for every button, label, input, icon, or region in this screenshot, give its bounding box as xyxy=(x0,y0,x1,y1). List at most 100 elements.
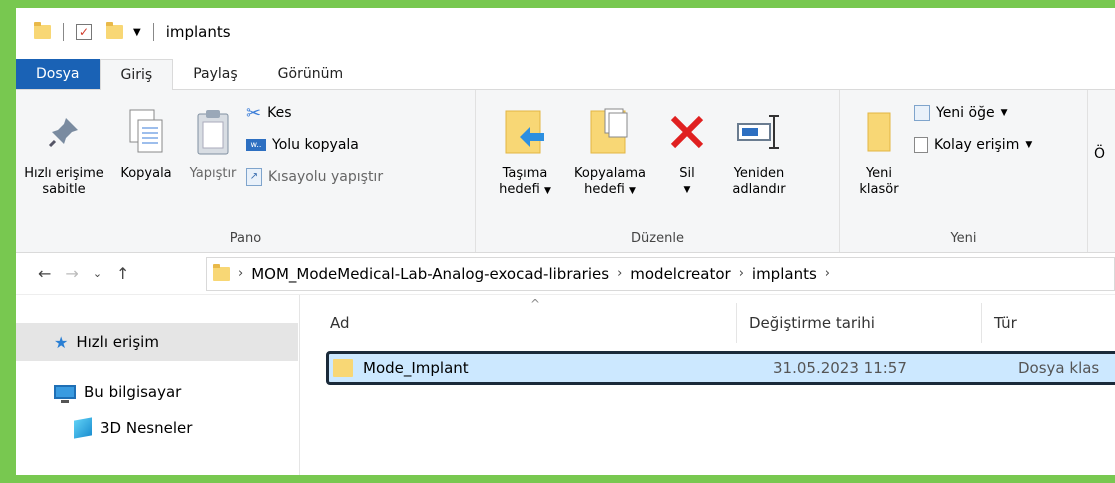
new-item-label: Yeni öğe xyxy=(936,105,995,121)
ribbon: Hızlı erişime sabitle Kopyala Yapıştır ✂… xyxy=(16,90,1115,253)
customize-toolbar-dropdown-icon[interactable]: ▼ xyxy=(133,27,141,38)
ribbon-tabs: Dosya Giriş Paylaş Görünüm xyxy=(16,56,1115,90)
folder-icon[interactable] xyxy=(34,22,51,39)
column-header-name[interactable]: Ad xyxy=(300,314,736,332)
rename-icon xyxy=(736,102,782,162)
new-folder-label-1: Yeni xyxy=(865,166,893,181)
move-to-label-1: Taşıma xyxy=(502,166,548,181)
nav-item-quick-access[interactable]: ★ Hızlı erişim xyxy=(16,323,298,361)
scissors-icon: ✂ xyxy=(246,102,262,124)
clipboard-group-label: Pano xyxy=(229,231,262,246)
clipboard-group: Hızlı erişime sabitle Kopyala Yapıştır ✂… xyxy=(16,90,476,252)
file-date: 31.05.2023 11:57 xyxy=(773,359,907,377)
paste-shortcut-label: Kısayolu yapıştır xyxy=(268,169,384,185)
new-small-buttons: Yeni öğe ▼ Kolay erişim ▼ xyxy=(914,90,1032,252)
chevron-down-icon: ▼ xyxy=(543,186,551,196)
move-to-icon xyxy=(502,102,548,162)
main-content: ★ Hızlı erişim Bu bilgisayar 3D Nesneler… xyxy=(16,295,1115,475)
new-group: Yeni klasör Yeni öğe ▼ Kolay erişim ▼ Ye… xyxy=(840,90,1088,252)
delete-button[interactable]: Sil ▼ xyxy=(656,90,718,252)
path-breadcrumb[interactable]: › MOM_ModeMedical-Lab-Analog-exocad-libr… xyxy=(206,256,1115,291)
tab-home[interactable]: Giriş xyxy=(99,59,174,90)
organize-group: Taşıma hedefi ▼ Kopyalama hedefi ▼ Sil ▼ xyxy=(476,90,840,252)
new-item-button[interactable]: Yeni öğe ▼ xyxy=(914,100,1032,126)
copy-to-icon xyxy=(587,102,633,162)
pin-icon xyxy=(46,102,82,162)
cut-label: Kes xyxy=(267,105,292,121)
back-arrow-icon[interactable]: ← xyxy=(38,264,51,283)
copy-to-button[interactable]: Kopyalama hedefi ▼ xyxy=(564,90,656,252)
chevron-right-icon[interactable]: › xyxy=(739,266,744,281)
nav-item-this-pc[interactable]: Bu bilgisayar xyxy=(16,373,299,411)
folder-icon xyxy=(213,263,230,281)
new-item-icon xyxy=(914,105,930,121)
nav-item-label: Hızlı erişim xyxy=(76,333,159,351)
computer-icon xyxy=(54,385,76,403)
paste-shortcut-icon: ↗ xyxy=(246,168,262,186)
copy-path-icon: w.. xyxy=(246,139,266,151)
copy-button[interactable]: Kopyala xyxy=(112,90,180,252)
easy-access-button[interactable]: Kolay erişim ▼ xyxy=(914,132,1032,158)
tab-share[interactable]: Paylaş xyxy=(173,59,257,89)
new-folder-quick-icon[interactable] xyxy=(106,22,123,39)
breadcrumb-item[interactable]: modelcreator xyxy=(630,265,730,283)
star-icon: ★ xyxy=(54,332,69,352)
chevron-down-icon: ▼ xyxy=(1025,140,1033,150)
file-explorer-window: ✓ ▼ implants Dosya Giriş Paylaş Görünüm … xyxy=(16,8,1115,475)
new-folder-button[interactable]: Yeni klasör xyxy=(844,90,914,252)
easy-access-icon xyxy=(914,137,928,153)
divider xyxy=(152,23,154,41)
pin-label-2: sabitle xyxy=(42,182,86,197)
paste-shortcut-button[interactable]: ↗ Kısayolu yapıştır xyxy=(246,164,383,190)
chevron-down-icon: ▼ xyxy=(683,185,691,195)
ribbon-overflow-group[interactable]: Ö xyxy=(1088,90,1105,252)
column-header-type[interactable]: Tür xyxy=(981,303,1017,343)
breadcrumb-item[interactable]: MOM_ModeMedical-Lab-Analog-exocad-librar… xyxy=(251,265,609,283)
chevron-right-icon[interactable]: › xyxy=(617,266,622,281)
column-header-date[interactable]: Değiştirme tarihi xyxy=(736,303,981,343)
new-group-label: Yeni xyxy=(950,231,977,246)
file-name: Mode_Implant xyxy=(363,359,469,377)
chevron-right-icon[interactable]: › xyxy=(238,266,243,281)
pin-quick-access-button[interactable]: Hızlı erişime sabitle xyxy=(16,90,112,252)
copy-label: Kopyala xyxy=(120,166,172,181)
rename-button[interactable]: Yeniden adlandır xyxy=(718,90,800,252)
forward-arrow-icon[interactable]: → xyxy=(65,264,78,283)
rename-label-2: adlandır xyxy=(732,182,786,197)
easy-access-label: Kolay erişim xyxy=(934,137,1020,153)
tab-file[interactable]: Dosya xyxy=(16,59,100,89)
nav-item-label: Bu bilgisayar xyxy=(84,383,182,401)
sort-caret-icon: ^ xyxy=(530,297,541,311)
file-row[interactable]: Mode_Implant 31.05.2023 11:57 Dosya klas xyxy=(326,351,1115,385)
window-title: implants xyxy=(165,23,231,41)
tab-view[interactable]: Görünüm xyxy=(258,59,363,89)
recent-locations-chevron-icon[interactable]: ⌄ xyxy=(93,267,102,280)
copy-path-button[interactable]: w.. Yolu kopyala xyxy=(246,132,383,158)
file-type: Dosya klas xyxy=(1018,359,1100,377)
move-to-label-2: hedefi xyxy=(499,182,540,197)
delete-label: Sil xyxy=(679,166,695,181)
clipboard-small-buttons: ✂ Kes w.. Yolu kopyala ↗ Kısayolu yapışt… xyxy=(246,90,383,252)
paste-label: Yapıştır xyxy=(189,166,237,181)
copy-to-label-2: hedefi xyxy=(584,182,625,197)
navigation-pane: ★ Hızlı erişim Bu bilgisayar 3D Nesneler xyxy=(16,295,300,475)
new-folder-icon xyxy=(864,102,894,162)
move-to-button[interactable]: Taşıma hedefi ▼ xyxy=(486,90,564,252)
file-name-cell: Mode_Implant xyxy=(325,359,761,377)
copy-path-label: Yolu kopyala xyxy=(272,137,359,153)
title-bar: ✓ ▼ implants xyxy=(16,8,1115,56)
properties-check-icon[interactable]: ✓ xyxy=(76,24,92,40)
new-folder-label-2: klasör xyxy=(859,182,899,197)
delete-x-icon xyxy=(667,102,707,162)
up-arrow-icon[interactable]: ↑ xyxy=(116,264,129,283)
nav-item-label: 3D Nesneler xyxy=(100,419,193,437)
breadcrumb-item[interactable]: implants xyxy=(752,265,817,283)
paste-button[interactable]: Yapıştır xyxy=(180,90,246,252)
nav-item-3d-objects[interactable]: 3D Nesneler xyxy=(16,411,299,445)
chevron-right-icon[interactable]: › xyxy=(825,266,830,281)
copy-icon xyxy=(126,102,166,162)
copy-to-label-1: Kopyalama xyxy=(574,166,646,181)
navigation-buttons: ← → ⌄ ↑ xyxy=(16,264,206,283)
pin-label-1: Hızlı erişime xyxy=(24,166,104,181)
cut-button[interactable]: ✂ Kes xyxy=(246,100,383,126)
